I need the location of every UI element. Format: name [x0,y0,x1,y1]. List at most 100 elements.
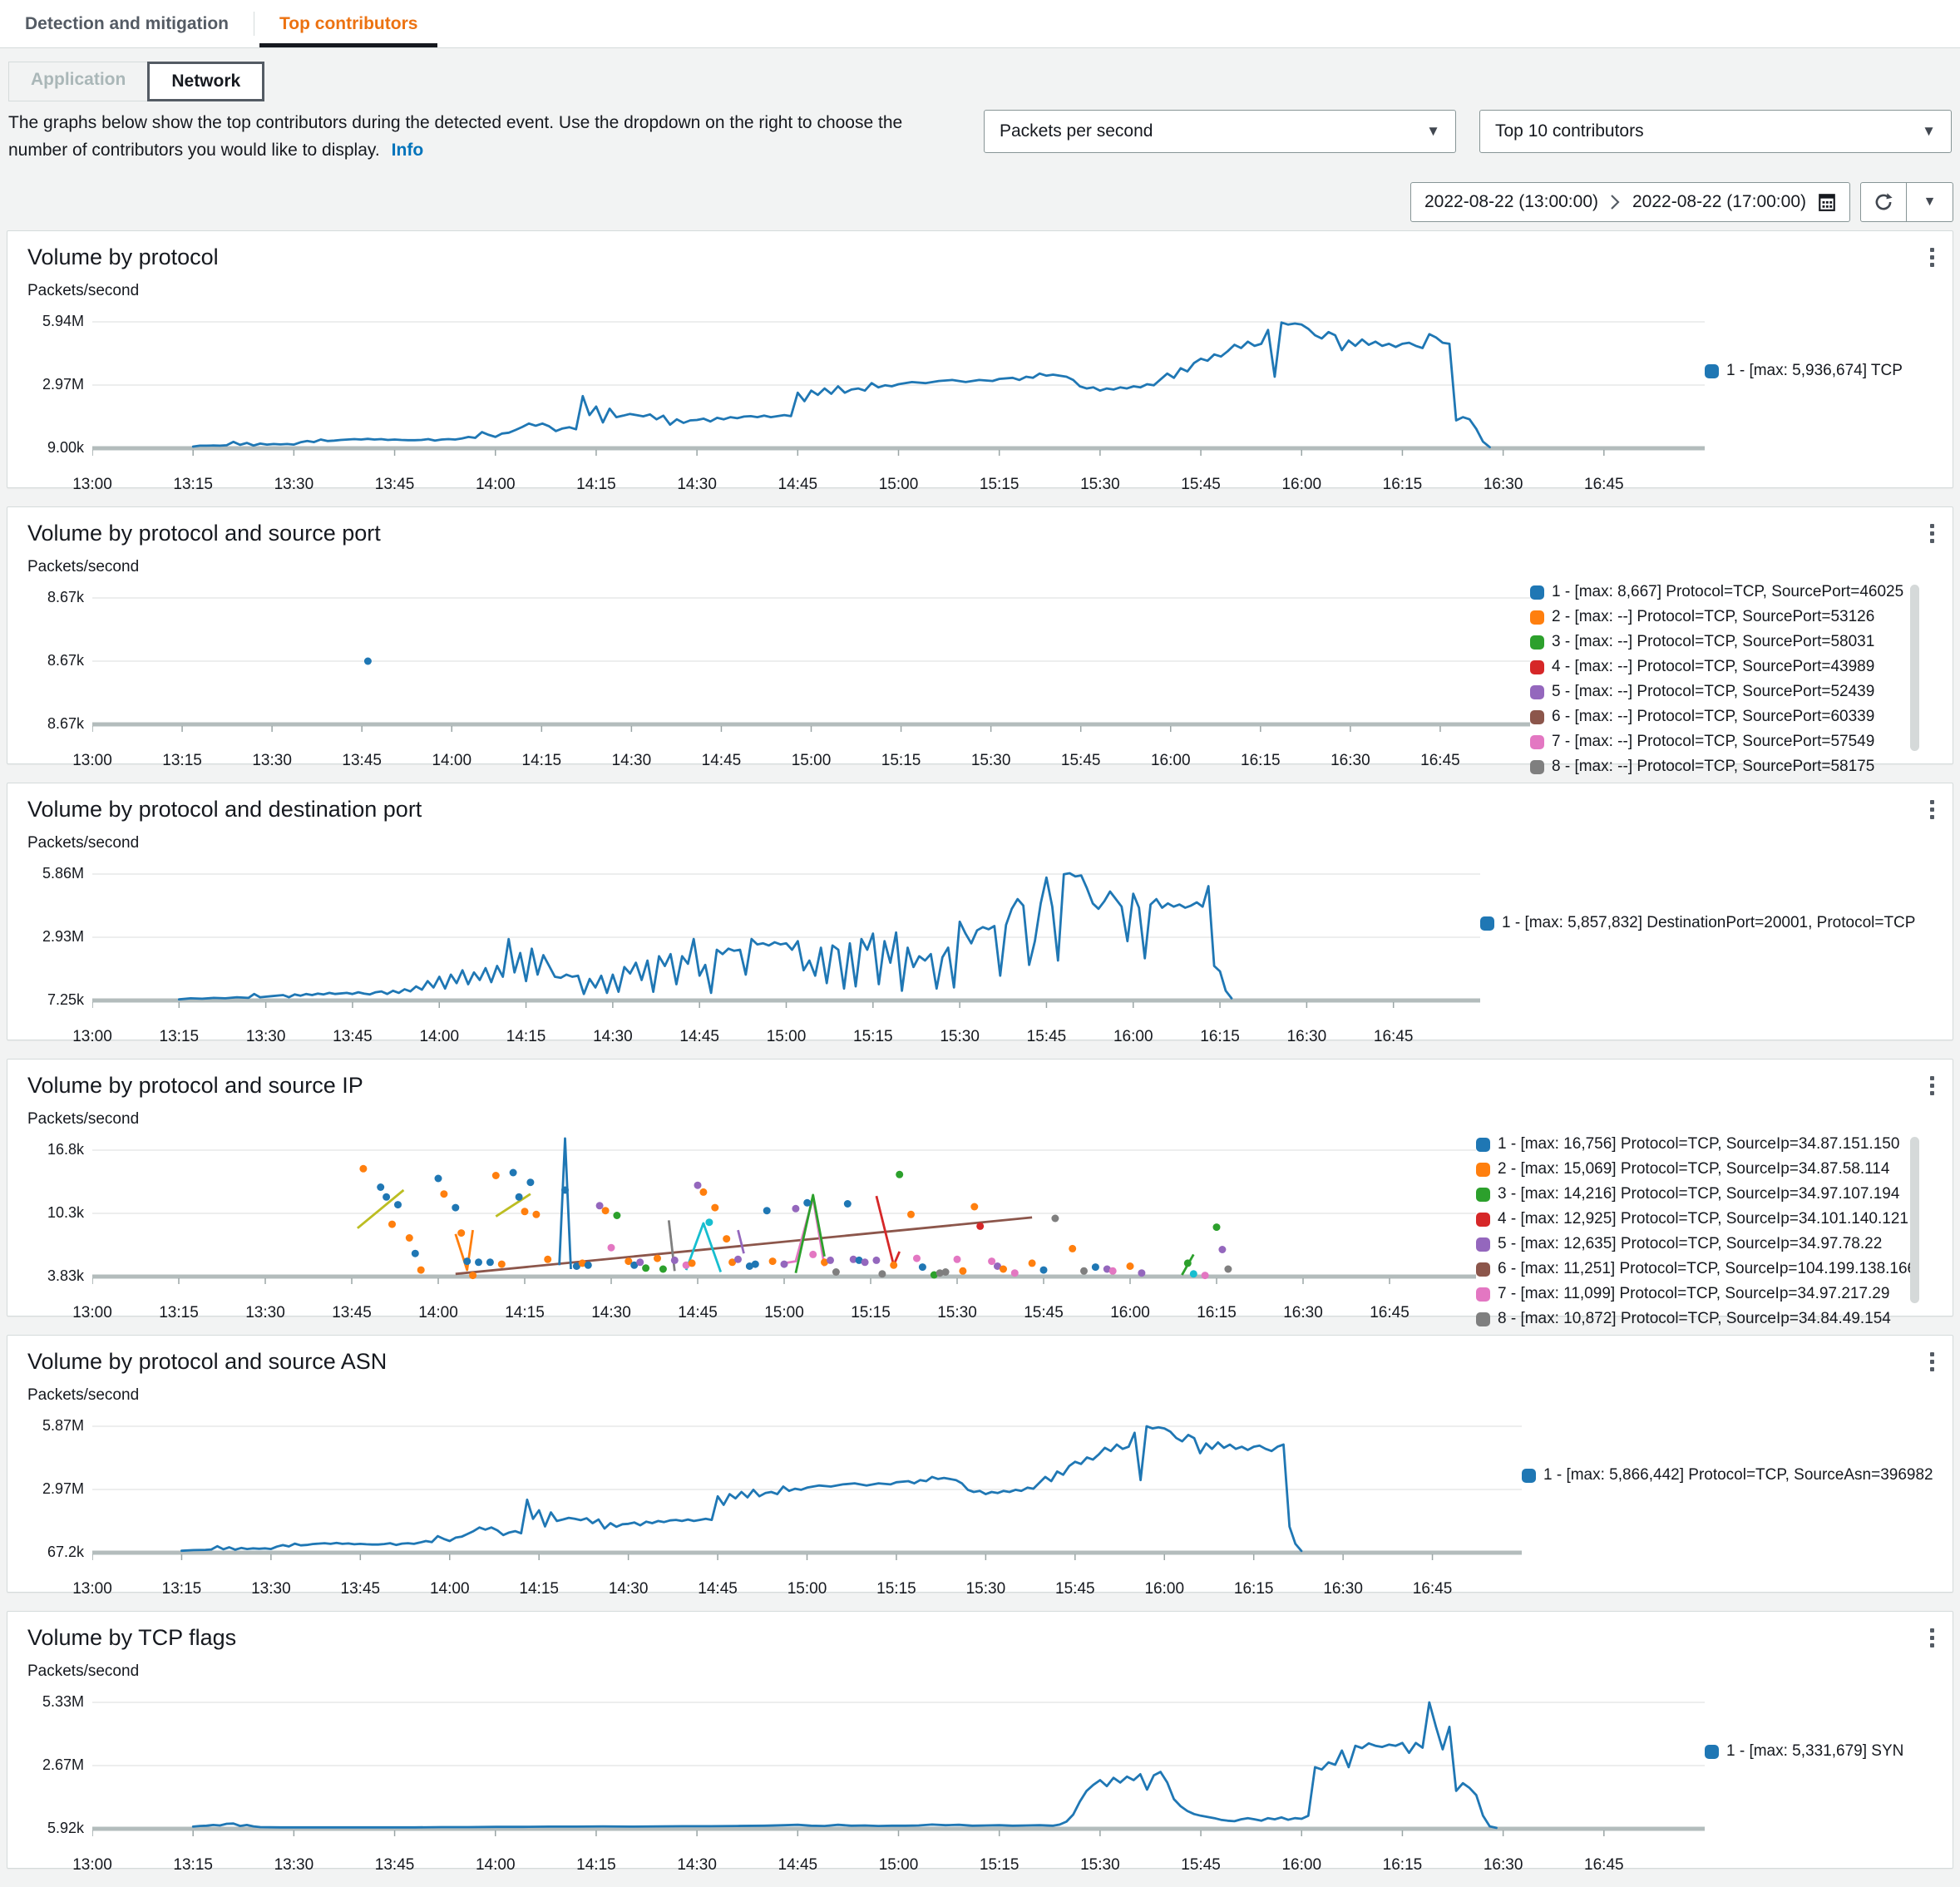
x-tick-label: 15:00 [764,1304,804,1322]
data-point [1028,1259,1036,1267]
data-point [953,1255,961,1263]
legend-item[interactable]: 1 - [max: 5,936,674] TCP [1705,362,1921,380]
legend-item[interactable]: 1 - [max: 5,331,679] SYN [1705,1742,1921,1761]
legend-item[interactable]: 1 - [max: 8,667] Protocol=TCP, SourcePor… [1530,583,1903,601]
legend-item[interactable]: 8 - [max: 10,872] Protocol=TCP, SourceIp… [1476,1310,1899,1328]
x-tick-label: 15:30 [937,1304,977,1322]
kebab-menu-icon[interactable] [1925,521,1939,546]
chart-plot-area[interactable] [91,578,1530,741]
chart-plot-area[interactable] [91,302,1705,465]
x-tick-label: 13:30 [274,476,314,494]
x-tick-label: 13:30 [245,1028,286,1046]
chart-plot-area[interactable] [91,854,1480,1017]
chart-panel-volume-by-tcp-flags: Volume by TCP flags Packets/second 5.33M 2.… [7,1611,1953,1874]
kebab-menu-icon[interactable] [1925,797,1939,822]
legend-item[interactable]: 4 - [max: --] Protocol=TCP, SourcePort=4… [1530,658,1899,676]
legend-label: 7 - [max: --] Protocol=TCP, SourcePort=5… [1552,733,1875,751]
legend-item[interactable]: 5 - [max: 12,635] Protocol=TCP, SourceIp… [1476,1235,1899,1253]
date-range-picker[interactable]: 2022-08-22 (13:00:00) 2022-08-22 (17:00:… [1410,182,1850,223]
legend-label: 7 - [max: 11,099] Protocol=TCP, SourceIp… [1498,1285,1890,1303]
data-segment [357,1189,405,1229]
chart-plot-area[interactable] [91,1406,1522,1569]
y-tick-label: 8.67k [47,589,84,606]
chart-plot-area[interactable] [91,1682,1705,1845]
legend-label: 1 - [max: 16,756] Protocol=TCP, SourceIp… [1498,1135,1900,1153]
x-tick-label: 14:45 [701,752,742,770]
x-tick-label: 13:15 [162,752,202,770]
application-toggle-button[interactable]: Application [8,62,148,101]
refresh-button[interactable] [1860,182,1907,223]
tab-detection-and-mitigation[interactable]: Detection and mitigation [0,0,254,47]
data-point [526,1178,535,1187]
x-tick-label: 15:15 [979,1856,1019,1875]
legend-item[interactable]: 6 - [max: 11,251] Protocol=TCP, SourceIp… [1476,1260,1916,1278]
kebab-menu-icon[interactable] [1925,1349,1939,1375]
legend-item[interactable]: 7 - [max: 11,099] Protocol=TCP, SourceIp… [1476,1285,1899,1303]
legend-item[interactable]: 6 - [max: --] Protocol=TCP, SourcePort=6… [1530,708,1899,726]
legend-item[interactable]: 1 - [max: 5,866,442] Protocol=TCP, Sourc… [1522,1466,1933,1484]
x-tick-label: 15:30 [1080,1856,1120,1875]
data-point [394,1201,402,1209]
x-tick-label: 16:15 [1241,752,1281,770]
info-link[interactable]: Info [392,141,423,160]
legend-item[interactable]: 3 - [max: --] Protocol=TCP, SourcePort=5… [1530,633,1899,651]
legend-item[interactable]: 1 - [max: 16,756] Protocol=TCP, SourceIp… [1476,1135,1899,1153]
controls-section: Application Network The graphs below sho… [0,48,1960,164]
legend-color-marker [1530,684,1544,699]
data-point [440,1190,448,1198]
data-point [405,1234,413,1242]
legend-item[interactable]: 8 - [max: --] Protocol=TCP, SourcePort=5… [1530,758,1899,776]
data-point [970,1203,979,1211]
y-axis-unit-label: Packets/second [27,834,140,852]
legend-item[interactable]: 5 - [max: --] Protocol=TCP, SourcePort=5… [1530,683,1899,701]
data-segment [794,1193,826,1274]
data-point [1039,1266,1048,1274]
metric-select-value: Packets per second [1000,121,1153,141]
x-tick-label: 13:45 [340,1580,381,1598]
view-toggle: Application Network [8,62,265,101]
legend-scrollbar[interactable] [1910,1137,1919,1304]
legend-color-marker [1530,635,1544,650]
metric-select[interactable]: Packets per second ▼ [984,110,1456,153]
network-toggle-button[interactable]: Network [147,62,265,101]
data-point [861,1258,869,1267]
data-point [1000,1265,1007,1273]
data-point [642,1264,650,1272]
legend-label: 6 - [max: 11,251] Protocol=TCP, SourceIp… [1498,1260,1917,1278]
kebab-menu-icon[interactable] [1925,1073,1939,1099]
kebab-menu-icon[interactable] [1925,245,1939,270]
y-tick-label: 2.97M [42,1480,84,1498]
active-tab-underline [259,43,438,47]
data-point [359,1164,368,1173]
x-tick-label: 13:45 [333,1028,373,1046]
data-point [607,1243,615,1252]
x-tick-label: 16:45 [1584,1856,1624,1875]
legend-item[interactable]: 2 - [max: --] Protocol=TCP, SourcePort=5… [1530,608,1899,626]
kebab-menu-icon[interactable] [1925,1625,1939,1651]
x-tick-label: 14:45 [679,1028,719,1046]
legend-color-marker [1705,363,1719,378]
data-point [763,1207,771,1215]
legend-item[interactable]: 7 - [max: --] Protocol=TCP, SourcePort=5… [1530,733,1899,751]
legend-label: 1 - [max: 5,866,442] Protocol=TCP, Sourc… [1543,1466,1933,1484]
legend-color-marker [1480,916,1494,931]
x-tick-label: 15:30 [970,752,1011,770]
refresh-options-button[interactable]: ▼ [1907,182,1953,223]
data-point [613,1212,621,1220]
legend-item[interactable]: 3 - [max: 14,216] Protocol=TCP, SourceIp… [1476,1185,1899,1203]
legend-color-marker [1530,759,1544,774]
chevron-down-icon: ▼ [1922,123,1936,139]
data-segment [454,1229,474,1272]
x-tick-label: 15:15 [851,1304,891,1322]
legend-item[interactable]: 1 - [max: 5,857,832] DestinationPort=200… [1480,914,1921,932]
x-tick-label: 15:15 [881,752,921,770]
x-tick-label: 16:30 [1283,1304,1323,1322]
tab-top-contributors[interactable]: Top contributors [254,0,442,47]
chart-plot-area[interactable] [91,1130,1476,1293]
chart-panel-volume-by-protocol-and-destination-port: Volume by protocol and destination port P… [7,783,1953,1045]
legend-item[interactable]: 4 - [max: 12,925] Protocol=TCP, SourceIp… [1476,1210,1908,1228]
legend-scrollbar[interactable] [1910,585,1919,752]
contributor-count-select[interactable]: Top 10 contributors ▼ [1479,110,1952,153]
legend-item[interactable]: 2 - [max: 15,069] Protocol=TCP, SourceIp… [1476,1160,1899,1178]
chart-legend: 1 - [max: 8,667] Protocol=TCP, SourcePor… [1530,578,1921,783]
